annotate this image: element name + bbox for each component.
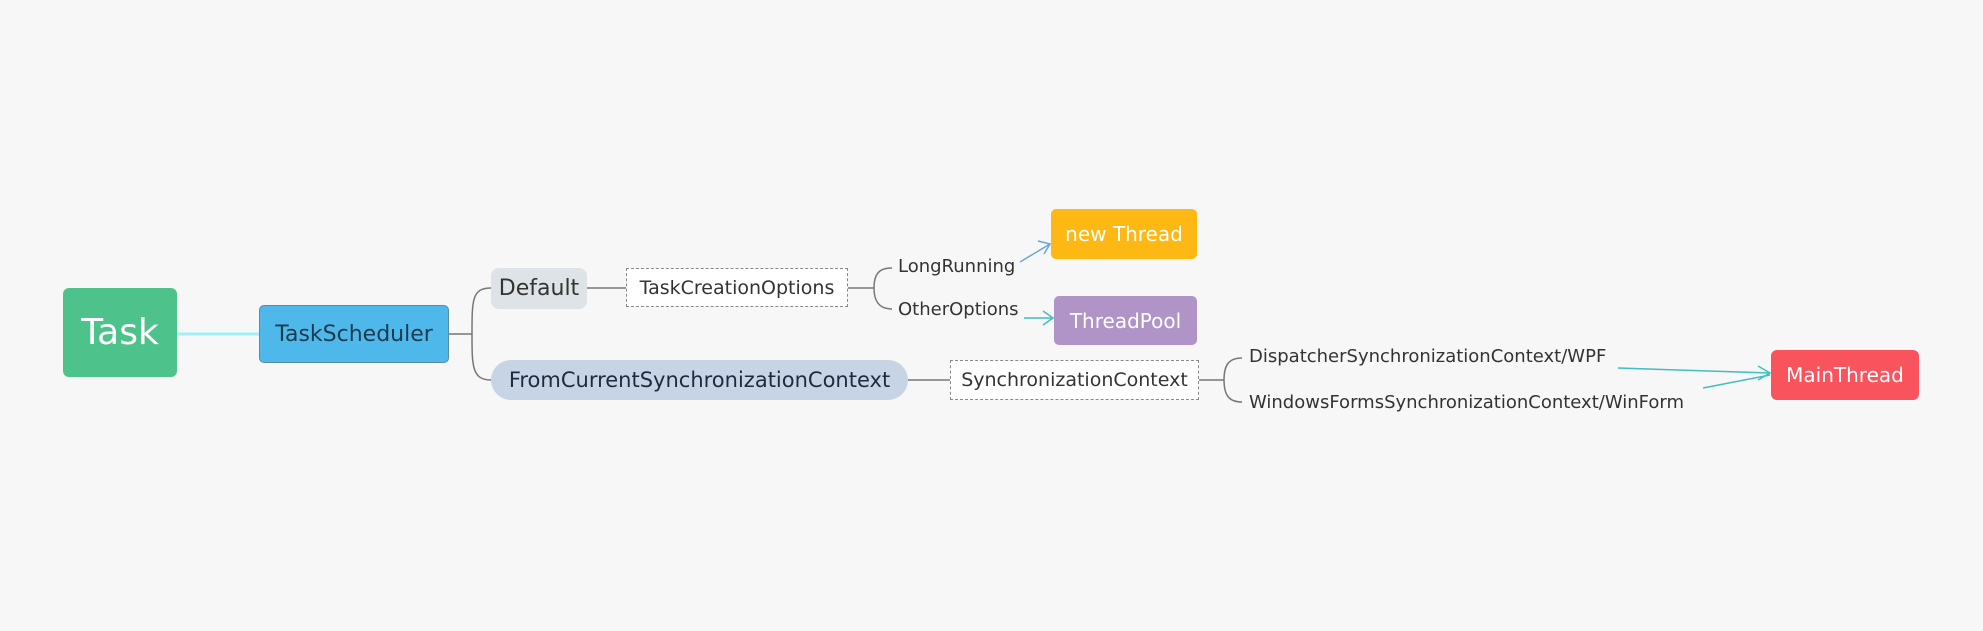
root-label: Task	[81, 312, 159, 353]
node-mainthread[interactable]: MainThread	[1771, 350, 1919, 400]
arrow-otheroptions-threadpool	[1024, 310, 1055, 326]
node-synchronizationcontext[interactable]: SynchronizationContext	[950, 360, 1199, 400]
node-taskcreationoptions[interactable]: TaskCreationOptions	[626, 268, 848, 307]
connector-sync-branches	[1199, 357, 1243, 403]
connector-scheduler-branches	[449, 287, 492, 381]
node-threadpool[interactable]: ThreadPool	[1054, 296, 1197, 345]
threadpool-label: ThreadPool	[1069, 308, 1182, 333]
newthread-label: new Thread	[1065, 222, 1183, 246]
node-otheroptions[interactable]: OtherOptions	[898, 299, 1019, 320]
arrow-winforms-mainthread	[1702, 374, 1771, 389]
default-label: Default	[498, 276, 580, 301]
node-taskscheduler[interactable]: TaskScheduler	[259, 305, 449, 363]
node-fromcurrentsynchronizationcontext[interactable]: FromCurrentSynchronizationContext	[491, 360, 908, 400]
taskscheduler-label: TaskScheduler	[275, 321, 433, 347]
taskcreationoptions-label: TaskCreationOptions	[639, 276, 835, 299]
node-default[interactable]: Default	[491, 268, 587, 309]
node-newthread[interactable]: new Thread	[1051, 209, 1197, 259]
arrow-dispatcher-mainthread	[1617, 365, 1772, 381]
mainthread-label: MainThread	[1786, 363, 1904, 387]
node-winforms[interactable]: WindowsFormsSynchronizationContext/WinFo…	[1249, 392, 1684, 413]
synchronizationcontext-label: SynchronizationContext	[961, 369, 1188, 391]
root-node-task[interactable]: Task	[63, 288, 177, 377]
connector-options-branches	[848, 267, 893, 310]
node-dispatcher[interactable]: DispatcherSynchronizationContext/WPF	[1249, 346, 1606, 367]
fromcurrent-label: FromCurrentSynchronizationContext	[508, 368, 891, 392]
node-longrunning[interactable]: LongRunning	[898, 256, 1015, 277]
arrow-longrunning-newthread	[1019, 240, 1052, 263]
